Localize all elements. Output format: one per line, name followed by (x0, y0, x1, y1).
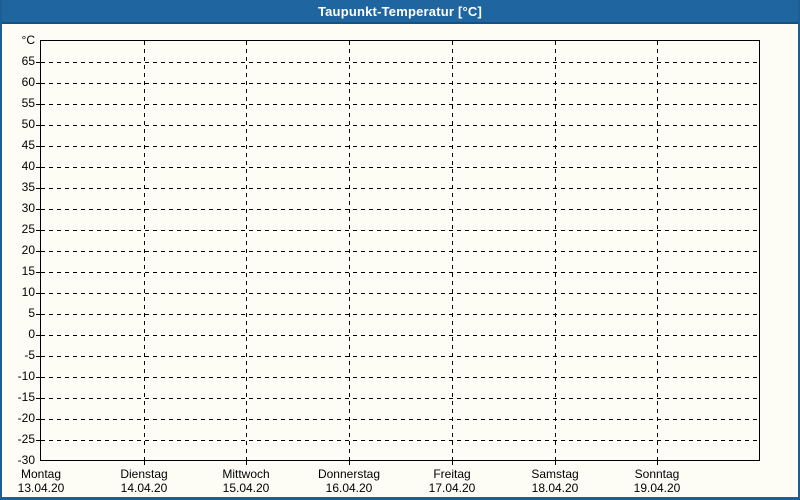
x-day-label: Freitag (433, 467, 471, 481)
y-tick-label: 60 (21, 75, 35, 89)
y-tick-mark (36, 398, 40, 399)
y-tick-mark (36, 335, 40, 336)
y-tick-label: -25 (17, 432, 35, 446)
vertical-gridline (555, 41, 556, 460)
vertical-gridline (657, 41, 658, 460)
y-tick-label: 0 (28, 327, 35, 341)
horizontal-gridline (41, 377, 759, 378)
x-tick-label: Freitag 17.04.20 (402, 468, 502, 495)
y-tick-mark (36, 314, 40, 315)
horizontal-gridline (41, 146, 759, 147)
horizontal-gridline (41, 188, 759, 189)
x-tick-mark (657, 460, 658, 465)
horizontal-gridline (41, 419, 759, 420)
horizontal-gridline (41, 335, 759, 336)
y-tick-label: 50 (21, 117, 35, 131)
y-tick-label: 15 (21, 264, 35, 278)
x-date-label: 16.04.20 (325, 481, 373, 495)
y-tick-mark (36, 272, 40, 273)
y-tick-mark (36, 83, 40, 84)
x-day-label: Sonntag (634, 467, 680, 481)
horizontal-gridline (41, 356, 759, 357)
x-tick-label: Dienstag 14.04.20 (94, 468, 194, 495)
chart-window: Taupunkt-Temperatur [°C] °C 65 60 55 50 45 40 3… (0, 0, 800, 500)
x-date-label: 17.04.20 (428, 481, 476, 495)
x-tick-label: Mittwoch 15.04.20 (196, 468, 296, 495)
x-day-label: Dienstag (120, 467, 168, 481)
y-tick-mark (36, 377, 40, 378)
y-tick-label: -30 (17, 453, 35, 467)
y-tick-mark (36, 209, 40, 210)
plot-area (36, 40, 760, 465)
y-tick-label: 10 (21, 285, 35, 299)
x-tick-label: Samstag 18.04.20 (505, 468, 605, 495)
horizontal-gridline (41, 230, 759, 231)
y-tick-label: 20 (21, 243, 35, 257)
vertical-gridline (452, 41, 453, 460)
x-day-label: Mittwoch (222, 467, 270, 481)
x-date-label: 13.04.20 (17, 481, 65, 495)
vertical-gridline (246, 41, 247, 460)
y-tick-label: 5 (28, 306, 35, 320)
x-day-label: Samstag (531, 467, 579, 481)
y-tick-label: 55 (21, 96, 35, 110)
vertical-gridline (349, 41, 350, 460)
y-tick-label: 40 (21, 159, 35, 173)
chart-title: Taupunkt-Temperatur [°C] (317, 3, 483, 19)
x-tick-label: Donnerstag 16.04.20 (299, 468, 399, 495)
horizontal-gridline (41, 251, 759, 252)
x-date-label: 15.04.20 (222, 481, 270, 495)
horizontal-gridline (41, 104, 759, 105)
y-tick-mark (36, 230, 40, 231)
chart-canvas: °C 65 60 55 50 45 40 35 30 25 20 15 10 5 0 -5 -10 -15 -20-… (2, 24, 798, 497)
x-tick-mark (246, 460, 247, 465)
horizontal-gridline (41, 314, 759, 315)
title-bar: Taupunkt-Temperatur [°C] (2, 0, 798, 24)
x-tick-mark (349, 460, 350, 465)
horizontal-gridline (41, 83, 759, 84)
x-date-label: 18.04.20 (531, 481, 579, 495)
x-tick-label: Montag 13.04.20 (2, 467, 91, 495)
horizontal-gridline (41, 62, 759, 63)
y-tick-mark (36, 419, 40, 420)
horizontal-gridline (41, 209, 759, 210)
y-tick-label: 35 (21, 180, 35, 194)
y-tick-label: -5 (24, 348, 35, 362)
y-tick-mark (36, 440, 40, 441)
y-tick-mark (36, 125, 40, 126)
y-tick-label: 65 (21, 54, 35, 68)
y-axis-unit-label: °C (21, 33, 35, 47)
x-day-label: Donnerstag (317, 467, 381, 481)
y-tick-mark (36, 146, 40, 147)
x-tick-mark (555, 460, 556, 465)
y-tick-mark (36, 188, 40, 189)
x-axis: Montag 13.04.20 Dienstag 14.04.20 Mittwoch 15… (18, 468, 760, 497)
x-tick-mark (144, 460, 145, 465)
x-tick-mark (452, 460, 453, 465)
y-tick-mark (36, 167, 40, 168)
y-tick-mark (36, 104, 40, 105)
y-tick-mark (36, 62, 40, 63)
x-day-label: Montag (20, 467, 62, 481)
y-tick-mark (36, 293, 40, 294)
y-tick-label: 25 (21, 222, 35, 236)
y-tick-mark (36, 251, 40, 252)
y-tick-label: 30 (21, 201, 35, 215)
horizontal-gridline (41, 167, 759, 168)
y-tick-mark (36, 356, 40, 357)
horizontal-gridline (41, 272, 759, 273)
horizontal-gridline (41, 398, 759, 399)
y-tick-label: -20 (17, 411, 35, 425)
y-tick-label: -10 (17, 369, 35, 383)
y-axis: °C 65 60 55 50 45 40 35 30 25 20 15 10 5 0 -5 -10 -15 -20-… (2, 33, 35, 467)
x-date-label: 19.04.20 (633, 481, 681, 495)
y-tick-label: 45 (21, 138, 35, 152)
horizontal-gridline (41, 125, 759, 126)
x-tick-label: Sonntag 19.04.20 (607, 468, 707, 495)
x-date-label: 14.04.20 (120, 481, 168, 495)
vertical-gridline (144, 41, 145, 460)
horizontal-gridline (41, 293, 759, 294)
y-tick-label: -15 (17, 390, 35, 404)
horizontal-gridline (41, 440, 759, 441)
